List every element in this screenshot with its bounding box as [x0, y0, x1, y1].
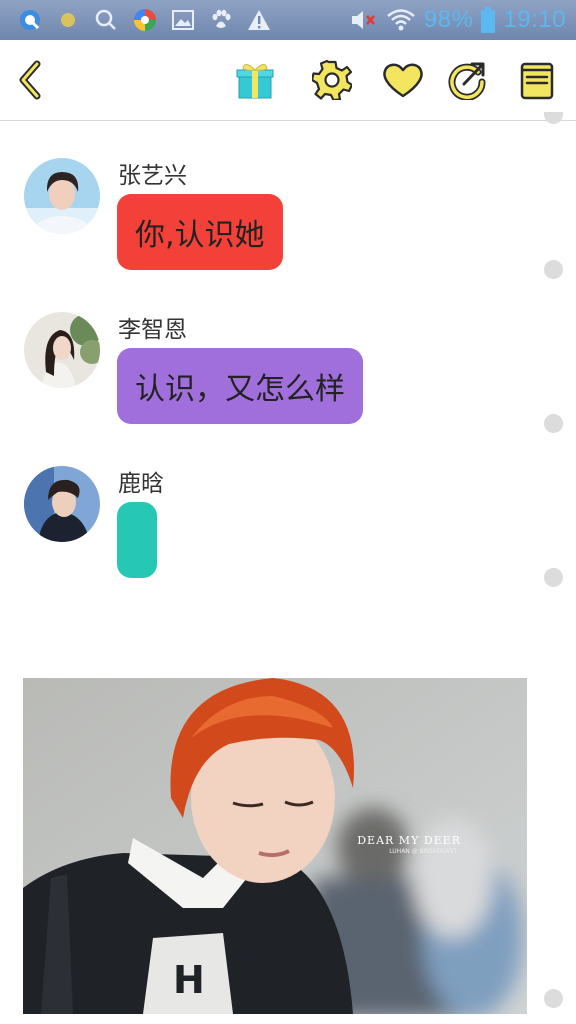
chat-message: 张艺兴 你,认识她	[0, 156, 576, 286]
gift-icon[interactable]	[233, 58, 277, 102]
message-bubble[interactable]: 你,认识她	[117, 194, 283, 270]
photo-watermark: DEAR MY DEER	[357, 834, 461, 847]
sender-name: 张艺兴	[118, 163, 187, 189]
back-icon[interactable]	[8, 58, 52, 102]
share-icon[interactable]	[446, 58, 490, 102]
heart-icon[interactable]	[381, 58, 425, 102]
dot-icon	[58, 8, 78, 32]
shared-photo[interactable]: H DEAR MY DEER LUHAN @ BROADCAST	[23, 678, 527, 1014]
top-toolbar	[0, 40, 576, 121]
timeline-dot	[544, 414, 563, 433]
color-app-icon	[132, 8, 158, 32]
message-text: 认识，又怎么样	[135, 372, 345, 407]
timeline-dot	[544, 989, 563, 1008]
avatar[interactable]	[24, 158, 100, 234]
paw-icon	[208, 8, 234, 32]
status-bar: 98% 19:10	[0, 0, 576, 40]
message-bubble[interactable]	[117, 502, 157, 578]
browser-q-icon	[18, 8, 42, 32]
message-bubble[interactable]: 认识，又怎么样	[117, 348, 363, 424]
timeline-dot	[544, 568, 563, 587]
avatar[interactable]	[24, 466, 100, 542]
sender-name: 李智恩	[118, 317, 187, 343]
chat-message: 鹿晗	[0, 464, 576, 594]
notes-icon[interactable]	[515, 58, 559, 102]
sender-name: 鹿晗	[118, 471, 164, 497]
mute-icon	[350, 8, 378, 32]
warning-icon	[246, 8, 272, 32]
svg-text:H: H	[173, 958, 205, 1002]
message-text: 你,认识她	[135, 218, 265, 253]
chat-message: 李智恩 认识，又怎么样	[0, 310, 576, 440]
timeline-dot	[544, 112, 563, 124]
settings-icon[interactable]	[310, 58, 354, 102]
wifi-icon	[386, 8, 416, 32]
clock: 19:10	[503, 6, 566, 33]
battery-icon	[481, 7, 496, 33]
gallery-icon	[170, 8, 196, 32]
battery-percent: 98%	[423, 6, 474, 33]
photo-watermark-sub: LUHAN @ BROADCAST	[389, 848, 457, 855]
timeline-dot	[544, 260, 563, 279]
search-icon	[94, 8, 118, 32]
avatar[interactable]	[24, 312, 100, 388]
